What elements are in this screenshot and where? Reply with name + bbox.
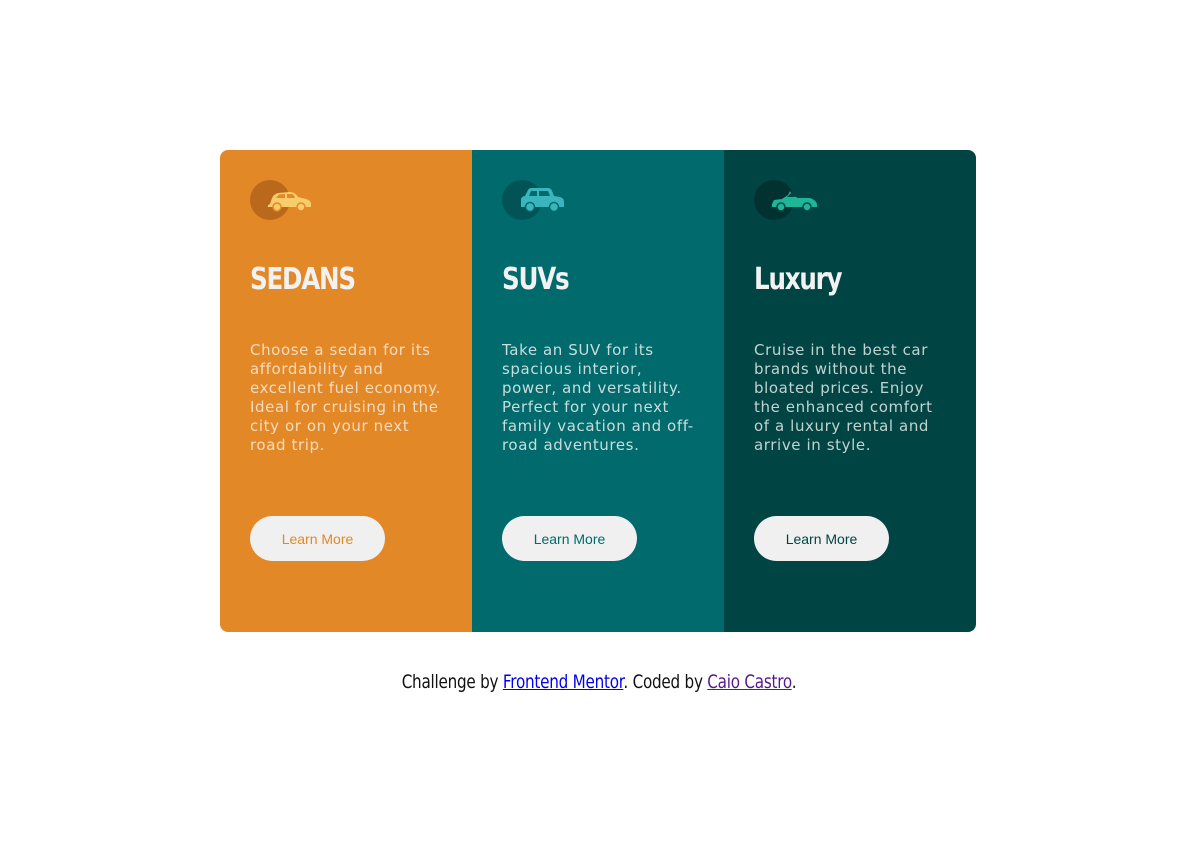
sedan-car-icon	[250, 180, 320, 220]
card-sedans: SEDANS Choose a sedan for its affordabil…	[220, 150, 472, 632]
author-link[interactable]: Caio Castro	[707, 671, 792, 693]
card-title: Luxury	[754, 262, 843, 297]
card-suvs: SUVs Take an SUV for its spacious interi…	[472, 150, 724, 632]
learn-more-button[interactable]: Learn More	[754, 516, 889, 561]
card-description: Cruise in the best car brands without th…	[754, 341, 933, 454]
attribution-prefix: Challenge by	[401, 671, 503, 693]
page: SEDANS Choose a sedan for its affordabil…	[0, 0, 1198, 844]
attribution: Challenge by Frontend Mentor. Coded by C…	[120, 671, 1078, 693]
card-description: Take an SUV for its spacious interior, p…	[502, 341, 694, 454]
learn-more-button[interactable]: Learn More	[250, 516, 385, 561]
learn-more-button[interactable]: Learn More	[502, 516, 637, 561]
card-luxury: Luxury Cruise in the best car brands wit…	[724, 150, 976, 632]
luxury-car-icon-svg	[772, 191, 817, 212]
card-title: SUVs	[502, 262, 570, 297]
attribution-suffix: .	[791, 671, 797, 693]
suv-car-icon	[502, 180, 572, 220]
cards-container: SEDANS Choose a sedan for its affordabil…	[220, 150, 976, 632]
card-description: Choose a sedan for its affordability and…	[250, 341, 441, 454]
attribution-middle: . Coded by	[623, 671, 708, 693]
frontend-mentor-link[interactable]: Frontend Mentor	[503, 671, 624, 693]
sedan-car-icon-svg	[267, 192, 311, 212]
luxury-car-icon	[754, 180, 824, 220]
card-title: SEDANS	[250, 262, 356, 297]
suv-car-icon-svg	[521, 188, 564, 213]
